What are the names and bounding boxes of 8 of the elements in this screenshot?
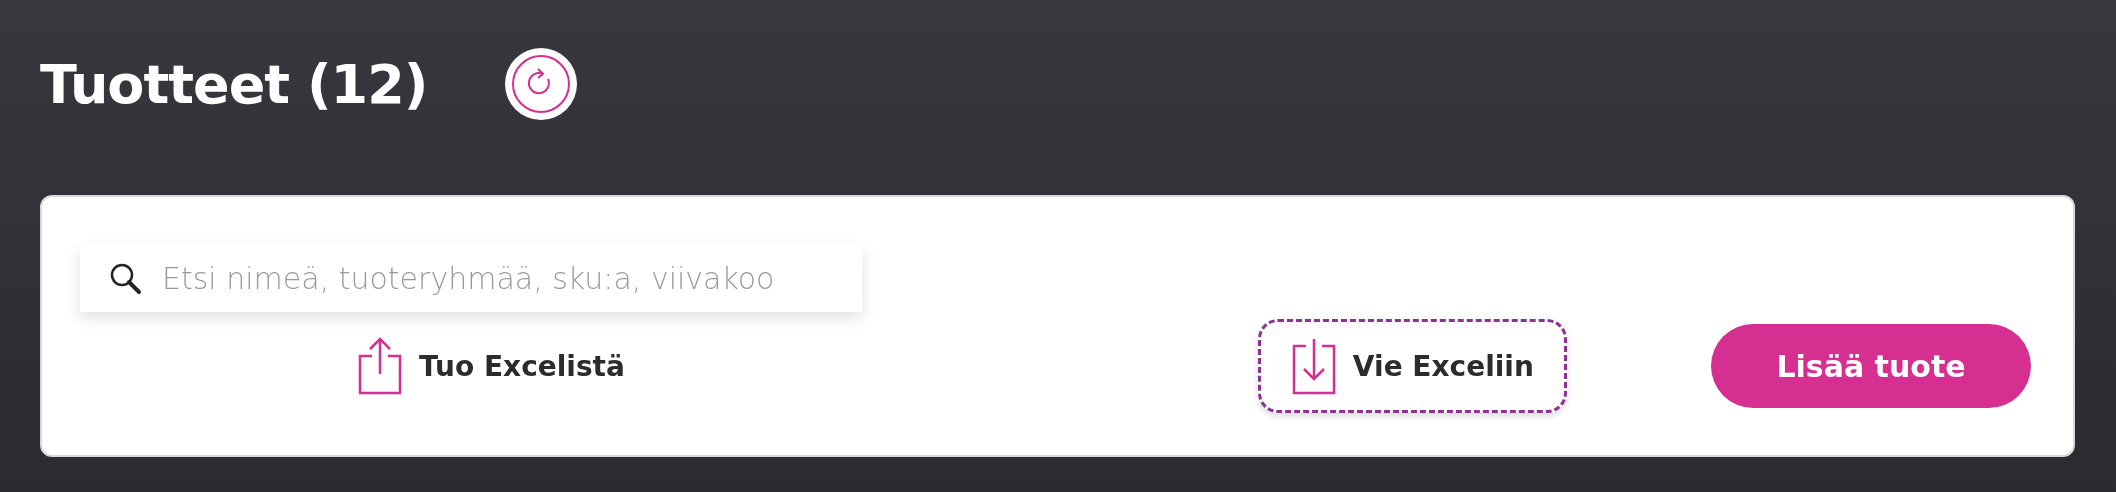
- search-field[interactable]: Etsi nimeä, tuoteryhmää, sku:a, viivakoo: [80, 245, 862, 312]
- export-button[interactable]: Vie Exceliin: [1257, 319, 1567, 413]
- add-product-button[interactable]: Lisää tuote: [1711, 324, 2031, 408]
- import-button[interactable]: Tuo Excelistä: [324, 319, 658, 413]
- download-icon: [1290, 336, 1337, 396]
- upload-icon: [357, 336, 403, 396]
- page-title: Tuotteet (12): [40, 52, 428, 116]
- refresh-icon: [511, 54, 572, 114]
